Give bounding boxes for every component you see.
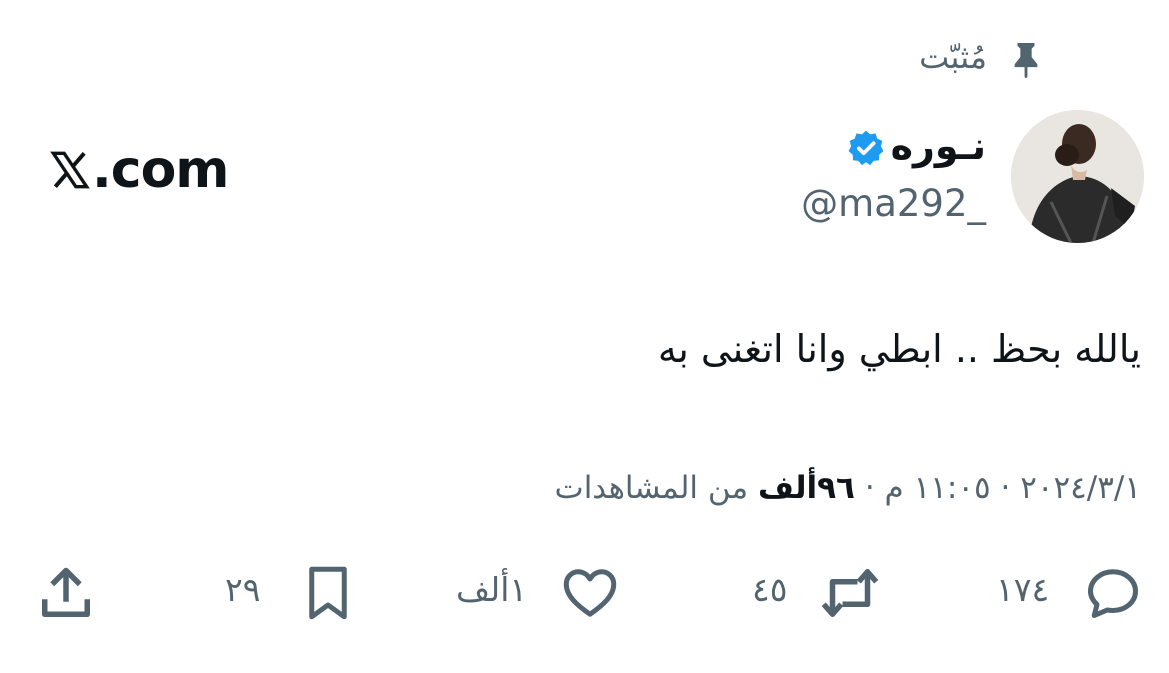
tweet-time[interactable]: ١١:٠٥ م	[885, 470, 991, 506]
reply-count: ١٧٤	[996, 570, 1050, 609]
x-logo-icon	[50, 151, 90, 189]
avatar-photo	[1011, 110, 1144, 243]
share-icon[interactable]	[36, 563, 96, 623]
reply-icon[interactable]	[1083, 563, 1143, 623]
pinned-label: مُثبّت	[919, 38, 987, 76]
x-brand: .com	[50, 140, 229, 200]
meta-separator: ·	[854, 470, 885, 506]
brand-domain: .com	[92, 140, 229, 200]
like-count: ١ألف	[456, 570, 528, 609]
repost-icon[interactable]	[820, 563, 880, 623]
bookmark-count: ٢٩	[225, 570, 261, 609]
pin-icon	[1014, 43, 1038, 79]
repost-count: ٤٥	[752, 570, 788, 609]
views-label: من المشاهدات	[554, 470, 749, 506]
tweet-meta: ٢٠٢٤/٣/١ · ١١:٠٥ م · ٩٦ألف من المشاهدات	[555, 470, 1141, 506]
author-display-name[interactable]: نـوره	[891, 124, 986, 168]
tweet-date[interactable]: ٢٠٢٤/٣/١	[1020, 470, 1141, 506]
meta-separator: ·	[990, 470, 1021, 506]
tweet-text: يالله بحظ .. ابطي وانا اتغنى به	[657, 327, 1141, 371]
author-handle[interactable]: @ma292_	[801, 182, 986, 225]
verified-badge-icon	[848, 130, 884, 166]
bookmark-icon[interactable]	[298, 563, 358, 623]
views-count: ٩٦ألف	[757, 470, 855, 506]
heart-icon[interactable]	[560, 563, 620, 623]
avatar[interactable]	[1011, 110, 1144, 243]
